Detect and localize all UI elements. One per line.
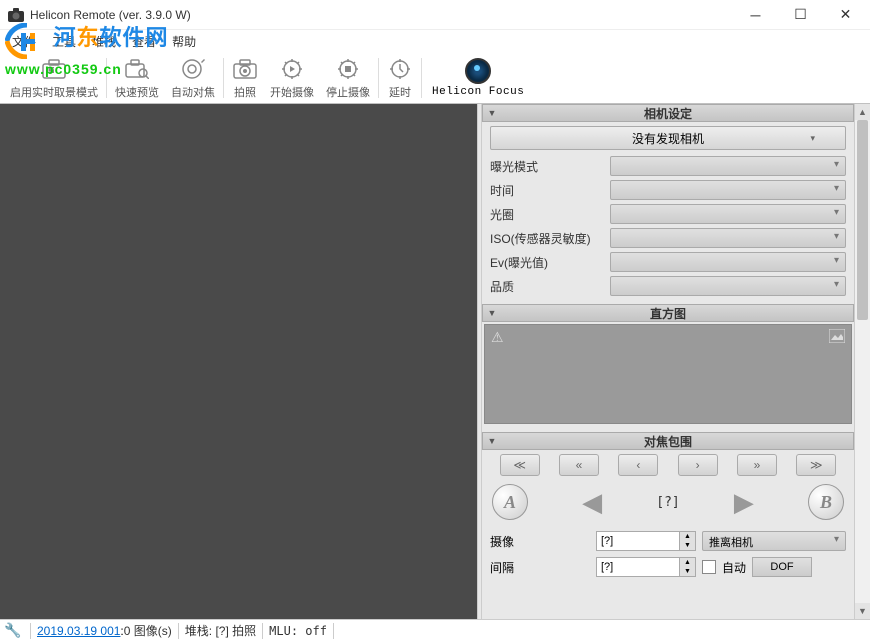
panel-header-histogram[interactable]: ▼ 直方图 bbox=[482, 304, 854, 322]
ev-dropdown[interactable] bbox=[610, 252, 846, 272]
aperture-dropdown[interactable] bbox=[610, 204, 846, 224]
histogram-panel-title: 直方图 bbox=[483, 305, 853, 322]
interval-spinner[interactable]: [?] ▲▼ bbox=[596, 557, 696, 577]
menu-view[interactable]: 查看 bbox=[124, 31, 164, 52]
exposure-mode-dropdown[interactable] bbox=[610, 156, 846, 176]
interval-row-label: 间隔 bbox=[490, 559, 590, 576]
focus-back-button[interactable]: ‹ bbox=[618, 454, 658, 476]
scroll-down-icon[interactable]: ▼ bbox=[855, 603, 870, 619]
dof-button[interactable]: DOF bbox=[752, 557, 812, 577]
time-dropdown[interactable] bbox=[610, 180, 846, 200]
no-camera-button[interactable]: 没有发现相机 ▾ bbox=[490, 126, 846, 150]
side-panel: ▼ 相机设定 没有发现相机 ▾ 曝光模式 时间 光圈 ISO(传感器灵敏度) bbox=[482, 104, 870, 619]
collapse-icon: ▼ bbox=[483, 108, 501, 118]
liveview-label: 启用实时取景模式 bbox=[10, 84, 98, 100]
focus-panel-title: 对焦包围 bbox=[483, 433, 853, 450]
scroll-up-icon[interactable]: ▲ bbox=[855, 104, 870, 120]
liveview-button[interactable]: LV 启用实时取景模式 bbox=[4, 54, 104, 102]
menu-file[interactable]: 文件 bbox=[4, 31, 44, 52]
iso-label: ISO(传感器灵敏度) bbox=[490, 230, 610, 247]
auto-checkbox[interactable] bbox=[702, 560, 716, 574]
focus-b-button[interactable]: B bbox=[808, 484, 844, 520]
gear-clock-icon bbox=[387, 56, 413, 82]
quickpreview-button[interactable]: 快速预览 bbox=[109, 54, 165, 102]
focus-prev-arrow[interactable]: ◀ bbox=[576, 487, 608, 518]
camera-search-icon bbox=[124, 56, 150, 82]
focus-a-button[interactable]: A bbox=[492, 484, 528, 520]
panel-header-camera[interactable]: ▼ 相机设定 bbox=[482, 104, 854, 122]
autofocus-button[interactable]: 自动对焦 bbox=[165, 54, 221, 102]
ev-label: Ev(曝光值) bbox=[490, 254, 610, 271]
menu-help[interactable]: 帮助 bbox=[164, 31, 204, 52]
delay-button[interactable]: 延时 bbox=[381, 54, 419, 102]
panel-scrollbar[interactable]: ▲ ▼ bbox=[854, 104, 870, 619]
collapse-icon: ▼ bbox=[483, 308, 501, 318]
maximize-button[interactable]: ☐ bbox=[778, 0, 823, 30]
shoot-mode-dropdown[interactable]: 推离相机 bbox=[702, 531, 846, 551]
status-date-link[interactable]: 2019.03.19 001 bbox=[37, 624, 120, 638]
focus-fwd2-button[interactable]: » bbox=[737, 454, 777, 476]
app-icon bbox=[6, 5, 26, 25]
menu-stack[interactable]: 堆栈 bbox=[84, 31, 124, 52]
quality-dropdown[interactable] bbox=[610, 276, 846, 296]
camera-shoot-icon bbox=[232, 56, 258, 82]
shoot-spinner[interactable]: [?] ▲▼ bbox=[596, 531, 696, 551]
panel-header-focus[interactable]: ▼ 对焦包围 bbox=[482, 432, 854, 450]
collapse-icon: ▼ bbox=[483, 436, 501, 446]
focus-back2-button[interactable]: « bbox=[559, 454, 599, 476]
helicon-eye-icon bbox=[465, 58, 491, 84]
startvideo-button[interactable]: 开始摄像 bbox=[264, 54, 320, 102]
minimize-button[interactable]: ─ bbox=[733, 0, 778, 30]
helicon-focus-button[interactable]: Helicon Focus bbox=[424, 56, 532, 100]
status-images: 0 图像(s) bbox=[124, 622, 172, 639]
shoot-button[interactable]: 拍照 bbox=[226, 54, 264, 102]
focus-fastfwd-button[interactable]: ≫ bbox=[796, 454, 836, 476]
focus-center-value: [?] bbox=[656, 495, 679, 510]
focus-fastback-button[interactable]: ≪ bbox=[500, 454, 540, 476]
status-stack: 堆栈: [?] 拍照 bbox=[185, 622, 256, 639]
histogram-box: ⚠ bbox=[484, 324, 852, 424]
camera-panel-title: 相机设定 bbox=[483, 105, 853, 122]
stopvideo-button[interactable]: 停止摄像 bbox=[320, 54, 376, 102]
auto-label: 自动 bbox=[722, 559, 746, 576]
image-icon bbox=[829, 329, 845, 346]
exposure-mode-label: 曝光模式 bbox=[490, 158, 610, 175]
stopvideo-label: 停止摄像 bbox=[326, 84, 370, 100]
quality-label: 品质 bbox=[490, 278, 610, 295]
scroll-thumb[interactable] bbox=[857, 120, 868, 320]
wrench-icon[interactable]: 🔧 bbox=[4, 622, 24, 639]
aperture-label: 光圈 bbox=[490, 206, 610, 223]
warning-icon: ⚠ bbox=[491, 329, 504, 346]
gear-play-icon bbox=[279, 56, 305, 82]
focus-next-arrow[interactable]: ▶ bbox=[728, 487, 760, 518]
close-button[interactable]: ✕ bbox=[823, 0, 868, 30]
status-mlu: MLU: off bbox=[269, 624, 327, 638]
time-label: 时间 bbox=[490, 182, 610, 199]
helicon-label: Helicon Focus bbox=[432, 86, 524, 98]
lens-af-icon bbox=[180, 56, 206, 82]
live-viewport[interactable] bbox=[0, 104, 477, 619]
statusbar: 🔧 2019.03.19 001 : 0 图像(s) 堆栈: [?] 拍照 ML… bbox=[0, 619, 870, 641]
svg-text:LV: LV bbox=[48, 68, 54, 74]
shoot-row-label: 摄像 bbox=[490, 533, 590, 550]
shoot-label: 拍照 bbox=[234, 84, 256, 100]
toolbar: LV 启用实时取景模式 快速预览 自动对焦 拍照 开始摄像 停止摄像 延时 He… bbox=[0, 52, 870, 104]
quickpreview-label: 快速预览 bbox=[115, 84, 159, 100]
startvideo-label: 开始摄像 bbox=[270, 84, 314, 100]
window-title: Helicon Remote (ver. 3.9.0 W) bbox=[30, 8, 733, 22]
autofocus-label: 自动对焦 bbox=[171, 84, 215, 100]
iso-dropdown[interactable] bbox=[610, 228, 846, 248]
focus-fwd-button[interactable]: › bbox=[678, 454, 718, 476]
camera-lv-icon: LV bbox=[41, 56, 67, 82]
delay-label: 延时 bbox=[389, 84, 411, 100]
gear-stop-icon bbox=[335, 56, 361, 82]
menubar: 文件 工具 堆栈 查看 帮助 bbox=[0, 30, 870, 52]
menu-tools[interactable]: 工具 bbox=[44, 31, 84, 52]
